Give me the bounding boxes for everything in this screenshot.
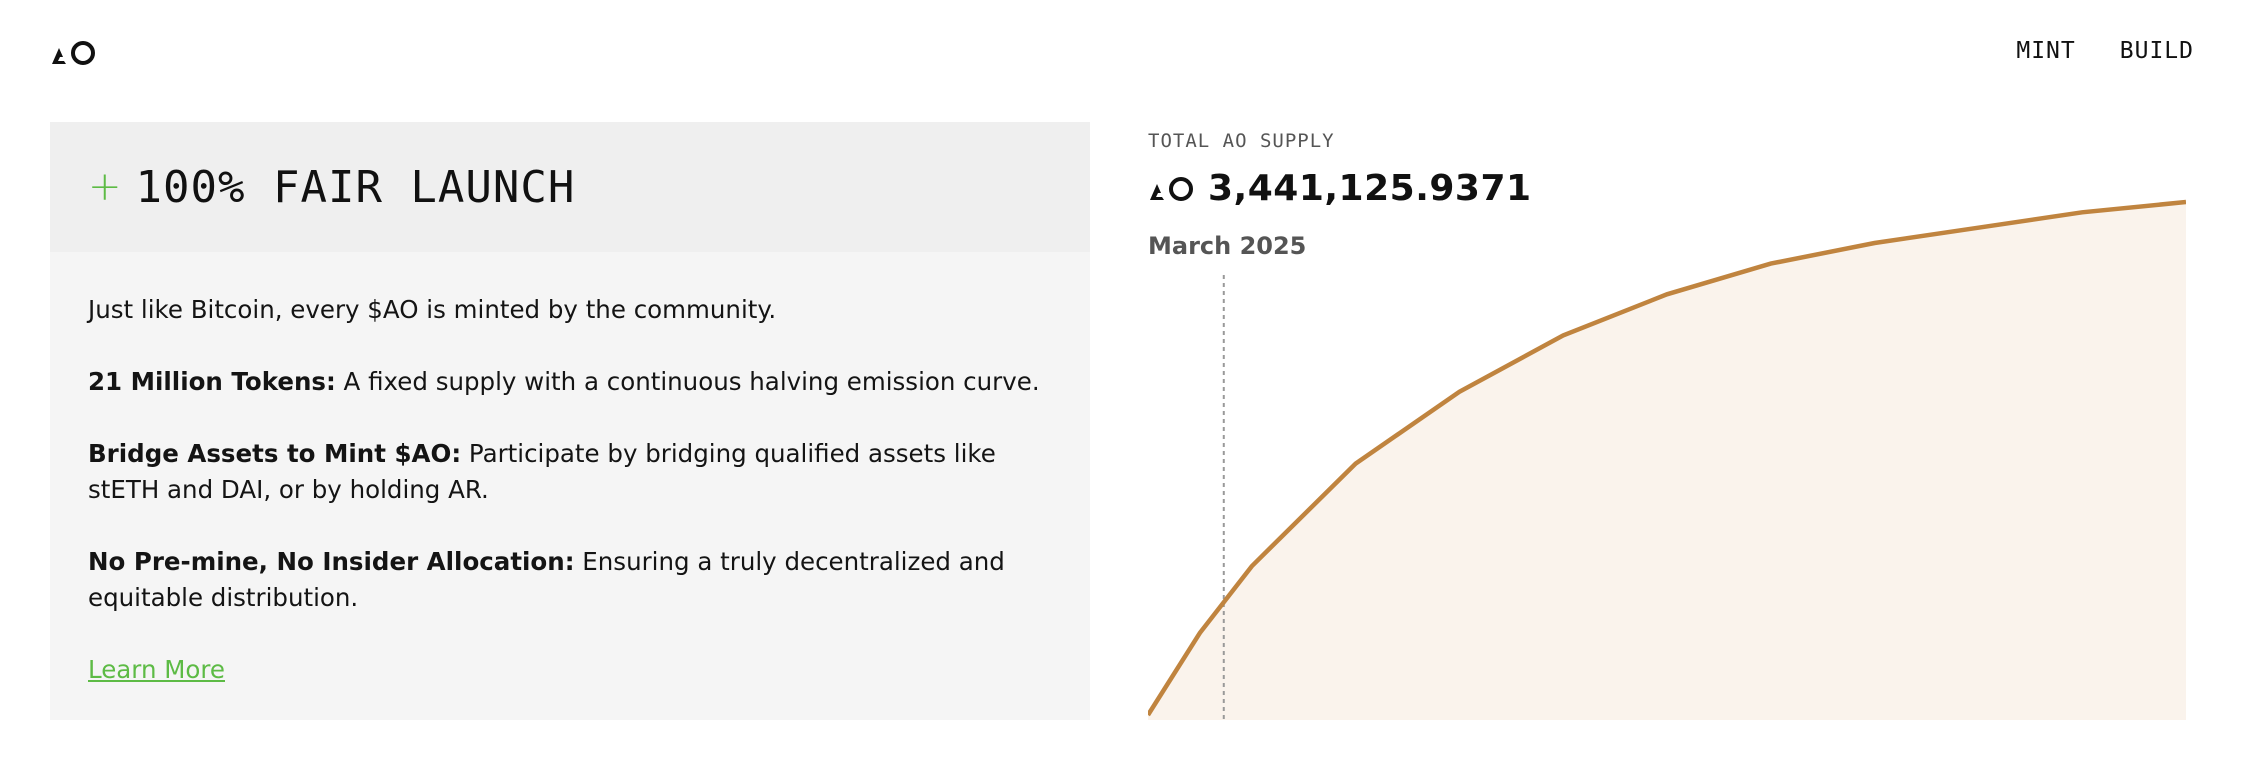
panel-headline: 100% FAIR LAUNCH (135, 161, 576, 213)
panel-header: + 100% FAIR LAUNCH (50, 122, 1090, 252)
nav-build[interactable]: BUILD (2120, 38, 2194, 64)
plus-icon: + (88, 164, 122, 210)
fair-launch-panel: + 100% FAIR LAUNCH Just like Bitcoin, ev… (50, 122, 1090, 720)
point-premine: No Pre-mine, No Insider Allocation: Ensu… (88, 544, 1052, 616)
ao-logo-icon[interactable] (50, 40, 96, 66)
supply-area-fill (1148, 202, 2186, 720)
top-nav: MINT BUILD (2016, 38, 2194, 64)
supply-label: TOTAL AO SUPPLY (1148, 130, 1335, 152)
supply-value-row: 3,441,125.9371 (1148, 168, 1532, 209)
supply-value: 3,441,125.9371 (1208, 168, 1532, 209)
learn-more-link[interactable]: Learn More (88, 652, 225, 688)
point-title: 21 Million Tokens: (88, 367, 336, 396)
intro-text: Just like Bitcoin, every $AO is minted b… (88, 295, 777, 324)
supply-date: March 2025 (1148, 232, 1307, 260)
point-tokens: 21 Million Tokens: A fixed supply with a… (88, 364, 1052, 400)
nav-mint[interactable]: MINT (2016, 38, 2075, 64)
point-bridge: Bridge Assets to Mint $AO: Participate b… (88, 436, 1052, 508)
panel-body: Just like Bitcoin, every $AO is minted b… (50, 252, 1090, 688)
point-title: Bridge Assets to Mint $AO: (88, 439, 462, 468)
ao-token-icon (1150, 176, 1193, 201)
point-title: No Pre-mine, No Insider Allocation: (88, 547, 575, 576)
point-text: A fixed supply with a continuous halving… (335, 367, 1040, 396)
supply-chart (1148, 199, 2186, 720)
